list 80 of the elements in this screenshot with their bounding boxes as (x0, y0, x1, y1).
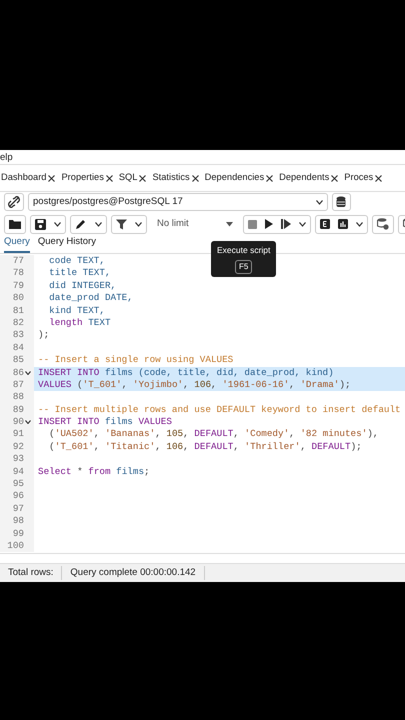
caret-icon[interactable] (54, 222, 61, 226)
line-number: 89 (12, 404, 24, 416)
panel-tab[interactable]: SQL (118, 171, 146, 185)
link-icon (8, 196, 20, 208)
query-tab[interactable]: Query (4, 234, 30, 253)
line-number: 84 (12, 342, 24, 354)
play-icon (265, 219, 273, 229)
connection-status-button[interactable] (4, 193, 24, 211)
connection-dropdown[interactable]: postgres/postgres@PostgreSQL 17 (28, 193, 328, 211)
close-icon[interactable] (192, 174, 199, 182)
code-line[interactable]: kind TEXT, (34, 304, 105, 317)
query-tab[interactable]: Query History (38, 234, 96, 253)
code-line[interactable]: length TEXT (34, 316, 111, 330)
chart-icon (338, 219, 348, 229)
line-number: 91 (12, 428, 24, 441)
caret-icon[interactable] (135, 222, 142, 226)
close-icon[interactable] (139, 174, 146, 182)
stop-icon (248, 220, 257, 228)
status-text: Query complete 00:00:00.142 (62, 566, 205, 580)
caret-icon (226, 222, 233, 226)
line-number: 87 (12, 378, 24, 392)
line-number: 80 (12, 292, 24, 305)
panel-tab[interactable]: Dashboard (1, 171, 56, 185)
code-line[interactable]: Select * from films; (34, 466, 150, 478)
line-number: 83 (12, 329, 24, 342)
line-number: 82 (12, 316, 24, 330)
close-icon[interactable] (48, 174, 56, 182)
close-icon[interactable] (106, 174, 113, 182)
panel-tab[interactable]: Proces (344, 171, 382, 185)
code-line[interactable]: code TEXT, (34, 255, 105, 268)
fold-caret-icon[interactable] (25, 420, 31, 424)
pen-icon (75, 218, 87, 230)
panel-tab[interactable]: Dependencies (204, 171, 274, 185)
menu-item[interactable]: elp (0, 152, 13, 163)
save-icon (35, 218, 46, 230)
limit-dropdown[interactable]: No limit (151, 216, 239, 232)
code-line[interactable]: did INTEGER, (34, 280, 116, 292)
caret-icon[interactable] (356, 222, 363, 226)
code-line[interactable]: INSERT INTO films VALUES (34, 416, 172, 428)
caret-icon[interactable] (316, 200, 323, 204)
line-number: 78 (12, 267, 24, 280)
panel-tab[interactable]: Dependents (279, 171, 338, 185)
line-number: 86 (12, 366, 24, 379)
line-number: 94 (12, 466, 24, 478)
line-number: 96 (12, 490, 24, 503)
line-number: 88 (12, 391, 24, 404)
new-connection-button[interactable] (332, 193, 351, 211)
explain-icon (320, 219, 330, 229)
tooltip-text: Execute script (217, 244, 270, 257)
close-icon[interactable] (266, 174, 274, 182)
line-number: 90 (12, 416, 24, 428)
line-number: 85 (12, 354, 24, 367)
database-icon (336, 196, 347, 208)
filter-icon (116, 218, 127, 230)
line-number: 77 (12, 255, 24, 268)
play-step-icon (281, 219, 291, 229)
code-line[interactable]: ); (34, 329, 50, 342)
panel-tab[interactable]: Properties (61, 171, 113, 185)
code-line[interactable]: ('UA502', 'Bananas', 105, DEFAULT, 'Comedy', '82 minutes'), (34, 428, 378, 441)
line-number: 93 (12, 453, 24, 466)
line-number: 97 (12, 502, 24, 516)
line-number: 92 (12, 440, 24, 454)
status-text: Total rows: (0, 566, 62, 580)
line-number: 98 (12, 515, 24, 528)
fold-caret-icon[interactable] (25, 370, 31, 375)
folder-icon (9, 219, 21, 229)
code-line[interactable]: ('T_601', 'Titanic', 106, DEFAULT, 'Thriller', DEFAULT); (34, 440, 362, 454)
caret-icon[interactable] (299, 222, 306, 226)
line-number: 99 (12, 528, 24, 540)
close-icon[interactable] (331, 174, 338, 182)
shortcut-key: F5 (235, 260, 252, 274)
close-icon[interactable] (375, 174, 382, 182)
code-line[interactable]: title TEXT, (34, 267, 111, 280)
code-line[interactable]: date_prod DATE, (34, 292, 133, 305)
line-number: 100 (7, 540, 24, 552)
caret-icon[interactable] (95, 222, 102, 226)
line-number: 79 (12, 280, 24, 292)
line-number: 81 (12, 304, 24, 317)
panel-tab[interactable]: Statistics (152, 171, 199, 185)
line-number: 95 (12, 478, 24, 490)
